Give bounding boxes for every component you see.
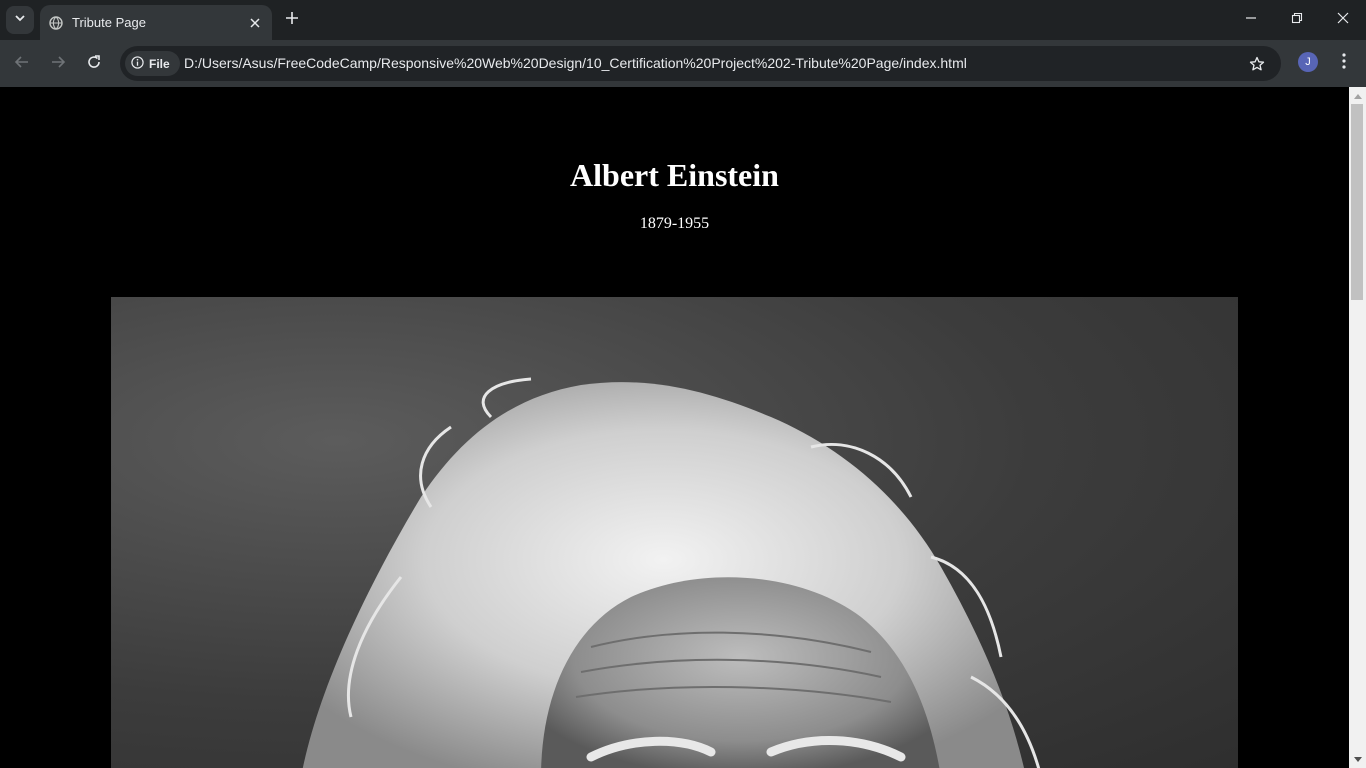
tab-title: Tribute Page — [72, 15, 146, 30]
address-bar[interactable]: File D:/Users/Asus/FreeCodeCamp/Responsi… — [120, 46, 1281, 81]
reload-icon — [86, 54, 102, 75]
scrollbar-thumb[interactable] — [1351, 104, 1363, 300]
plus-icon — [285, 11, 299, 30]
minimize-icon — [1245, 11, 1257, 29]
scroll-up-arrow-icon[interactable] — [1349, 87, 1366, 104]
page-subtitle: 1879-1955 — [639, 215, 710, 232]
info-icon — [131, 55, 144, 72]
chevron-down-icon — [14, 11, 26, 29]
tab-search-button[interactable] — [6, 6, 34, 34]
back-button[interactable] — [8, 50, 36, 78]
close-window-button[interactable] — [1320, 0, 1366, 40]
browser-toolbar: File D:/Users/Asus/FreeCodeCamp/Responsi… — [0, 40, 1366, 87]
einstein-portrait — [111, 297, 1238, 768]
page-title: Albert Einstein — [570, 157, 779, 193]
tab-tribute-page[interactable]: Tribute Page — [40, 5, 272, 40]
restore-button[interactable] — [1274, 0, 1320, 40]
scheme-label: File — [149, 56, 170, 71]
browser-menu-button[interactable] — [1334, 50, 1354, 76]
globe-icon — [49, 15, 63, 30]
reload-button[interactable] — [80, 50, 108, 78]
close-icon — [1337, 11, 1349, 29]
profile-avatar[interactable]: J — [1298, 52, 1318, 72]
arrow-left-icon — [14, 54, 30, 75]
close-tab-icon[interactable] — [246, 14, 264, 32]
restore-icon — [1291, 11, 1303, 29]
minimize-button[interactable] — [1228, 0, 1274, 40]
kebab-menu-icon — [1342, 52, 1346, 74]
bookmark-star-icon[interactable] — [1247, 54, 1267, 74]
site-info-chip[interactable]: File — [125, 51, 180, 76]
page-viewport: Albert Einstein 1879-1955 — [0, 87, 1349, 768]
scroll-down-arrow-icon[interactable] — [1349, 751, 1366, 768]
arrow-right-icon — [50, 54, 66, 75]
vertical-scrollbar[interactable] — [1349, 87, 1366, 768]
tab-strip: Tribute Page — [0, 0, 1366, 40]
url-text[interactable]: D:/Users/Asus/FreeCodeCamp/Responsive%20… — [184, 46, 967, 81]
forward-button[interactable] — [44, 50, 72, 78]
new-tab-button[interactable] — [280, 8, 304, 32]
